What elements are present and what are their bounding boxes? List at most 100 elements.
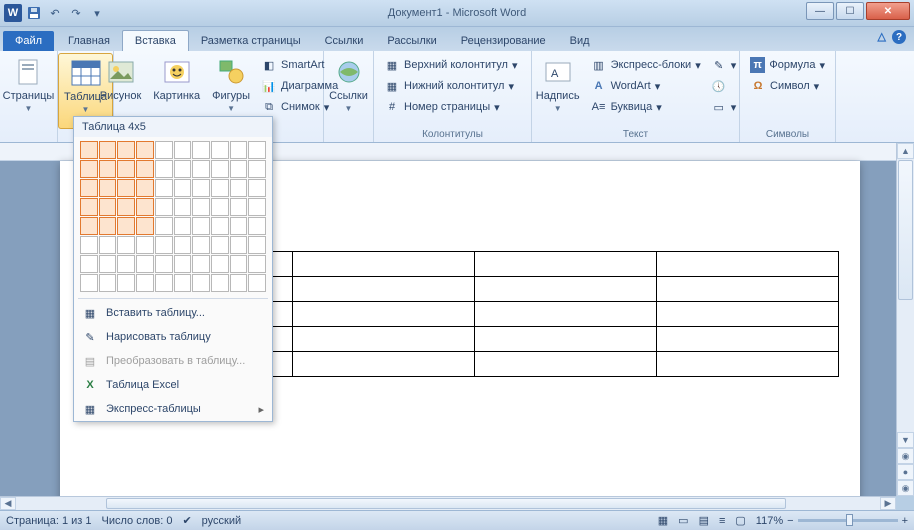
grid-cell[interactable]	[117, 141, 135, 159]
grid-cell[interactable]	[248, 179, 266, 197]
qat-undo-icon[interactable]: ↶	[46, 4, 64, 22]
grid-cell[interactable]	[230, 255, 248, 273]
sig-button[interactable]: ✎▾	[707, 55, 741, 75]
grid-cell[interactable]	[192, 217, 210, 235]
page-number-button[interactable]: #Номер страницы ▾	[380, 97, 525, 117]
spellcheck-icon[interactable]: ✔	[182, 514, 191, 527]
obj-button[interactable]: ▭▾	[707, 97, 741, 117]
grid-cell[interactable]	[248, 160, 266, 178]
grid-cell[interactable]	[192, 255, 210, 273]
minimize-ribbon-icon[interactable]: △	[878, 30, 886, 44]
scroll-left-icon[interactable]: ◀	[0, 497, 16, 510]
grid-cell[interactable]	[80, 179, 98, 197]
grid-cell[interactable]	[211, 141, 229, 159]
grid-cell[interactable]	[99, 217, 117, 235]
help-icon[interactable]: ?	[892, 30, 906, 44]
grid-cell[interactable]	[211, 217, 229, 235]
grid-cell[interactable]	[80, 160, 98, 178]
maximize-button[interactable]: ☐	[836, 2, 864, 20]
excel-table-item[interactable]: XТаблица Excel	[74, 373, 272, 397]
grid-cell[interactable]	[211, 160, 229, 178]
grid-cell[interactable]	[248, 255, 266, 273]
grid-cell[interactable]	[155, 160, 173, 178]
grid-cell[interactable]	[155, 255, 173, 273]
grid-cell[interactable]	[99, 198, 117, 216]
grid-cell[interactable]	[248, 274, 266, 292]
language-status[interactable]: русский	[202, 515, 241, 527]
quick-tables-item[interactable]: ▦Экспресс-таблицы▸	[74, 397, 272, 421]
grid-cell[interactable]	[174, 179, 192, 197]
footer-button[interactable]: ▦Нижний колонтитул ▾	[380, 76, 525, 96]
grid-cell[interactable]	[136, 217, 154, 235]
tab-mailings[interactable]: Рассылки	[375, 31, 448, 51]
vscroll-thumb[interactable]	[898, 160, 913, 300]
grid-cell[interactable]	[136, 236, 154, 254]
grid-cell[interactable]	[117, 198, 135, 216]
grid-cell[interactable]	[192, 141, 210, 159]
scroll-down-icon[interactable]: ▼	[897, 432, 914, 448]
scroll-up-icon[interactable]: ▲	[897, 143, 914, 159]
grid-cell[interactable]	[211, 179, 229, 197]
grid-cell[interactable]	[117, 236, 135, 254]
qat-customize-icon[interactable]: ▾	[88, 4, 106, 22]
grid-cell[interactable]	[99, 274, 117, 292]
grid-cell[interactable]	[99, 141, 117, 159]
links-button[interactable]: Ссылки▼	[324, 53, 373, 127]
grid-cell[interactable]	[192, 179, 210, 197]
grid-cell[interactable]	[117, 160, 135, 178]
equation-button[interactable]: πФормула ▾	[746, 55, 829, 75]
grid-cell[interactable]	[174, 160, 192, 178]
grid-cell[interactable]	[136, 198, 154, 216]
grid-cell[interactable]	[136, 255, 154, 273]
grid-cell[interactable]	[99, 179, 117, 197]
grid-cell[interactable]	[80, 198, 98, 216]
scroll-right-icon[interactable]: ▶	[880, 497, 896, 510]
view-web-icon[interactable]: ▤	[699, 514, 709, 527]
grid-cell[interactable]	[155, 236, 173, 254]
dropcap-button[interactable]: A≡Буквица ▾	[587, 97, 705, 117]
grid-cell[interactable]	[174, 141, 192, 159]
zoom-in-icon[interactable]: +	[902, 515, 908, 527]
tab-review[interactable]: Рецензирование	[449, 31, 558, 51]
grid-cell[interactable]	[211, 198, 229, 216]
word-count[interactable]: Число слов: 0	[102, 515, 173, 527]
grid-cell[interactable]	[117, 274, 135, 292]
pages-button[interactable]: Страницы ▼	[0, 53, 59, 127]
grid-cell[interactable]	[155, 198, 173, 216]
grid-cell[interactable]	[117, 179, 135, 197]
grid-cell[interactable]	[248, 141, 266, 159]
grid-cell[interactable]	[117, 217, 135, 235]
grid-cell[interactable]	[211, 255, 229, 273]
grid-cell[interactable]	[80, 255, 98, 273]
qat-redo-icon[interactable]: ↷	[67, 4, 85, 22]
grid-cell[interactable]	[117, 255, 135, 273]
grid-cell[interactable]	[80, 236, 98, 254]
grid-cell[interactable]	[155, 217, 173, 235]
grid-cell[interactable]	[136, 274, 154, 292]
draw-table-item[interactable]: ✎Нарисовать таблицу	[74, 325, 272, 349]
qat-save-icon[interactable]	[25, 4, 43, 22]
prev-page-icon[interactable]: ◉	[897, 448, 914, 464]
grid-cell[interactable]	[211, 236, 229, 254]
horizontal-scrollbar[interactable]: ◀ ▶	[0, 496, 896, 510]
zoom-value[interactable]: 117%	[756, 515, 783, 527]
minimize-button[interactable]: —	[806, 2, 834, 20]
wordart-button[interactable]: AWordArt ▾	[587, 76, 705, 96]
insert-table-item[interactable]: ▦Вставить таблицу...	[74, 301, 272, 325]
zoom-thumb[interactable]	[846, 514, 853, 526]
tab-view[interactable]: Вид	[558, 31, 602, 51]
grid-cell[interactable]	[248, 198, 266, 216]
grid-cell[interactable]	[230, 217, 248, 235]
next-page-icon[interactable]: ◉	[897, 480, 914, 496]
grid-cell[interactable]	[174, 274, 192, 292]
grid-cell[interactable]	[155, 274, 173, 292]
tab-insert[interactable]: Вставка	[122, 30, 189, 51]
grid-cell[interactable]	[174, 198, 192, 216]
close-button[interactable]: ✕	[866, 2, 910, 20]
grid-cell[interactable]	[230, 141, 248, 159]
hscroll-thumb[interactable]	[106, 498, 786, 509]
grid-cell[interactable]	[230, 274, 248, 292]
date-button[interactable]: 🕔	[707, 76, 741, 96]
grid-cell[interactable]	[136, 179, 154, 197]
tab-file[interactable]: Файл	[3, 31, 54, 51]
